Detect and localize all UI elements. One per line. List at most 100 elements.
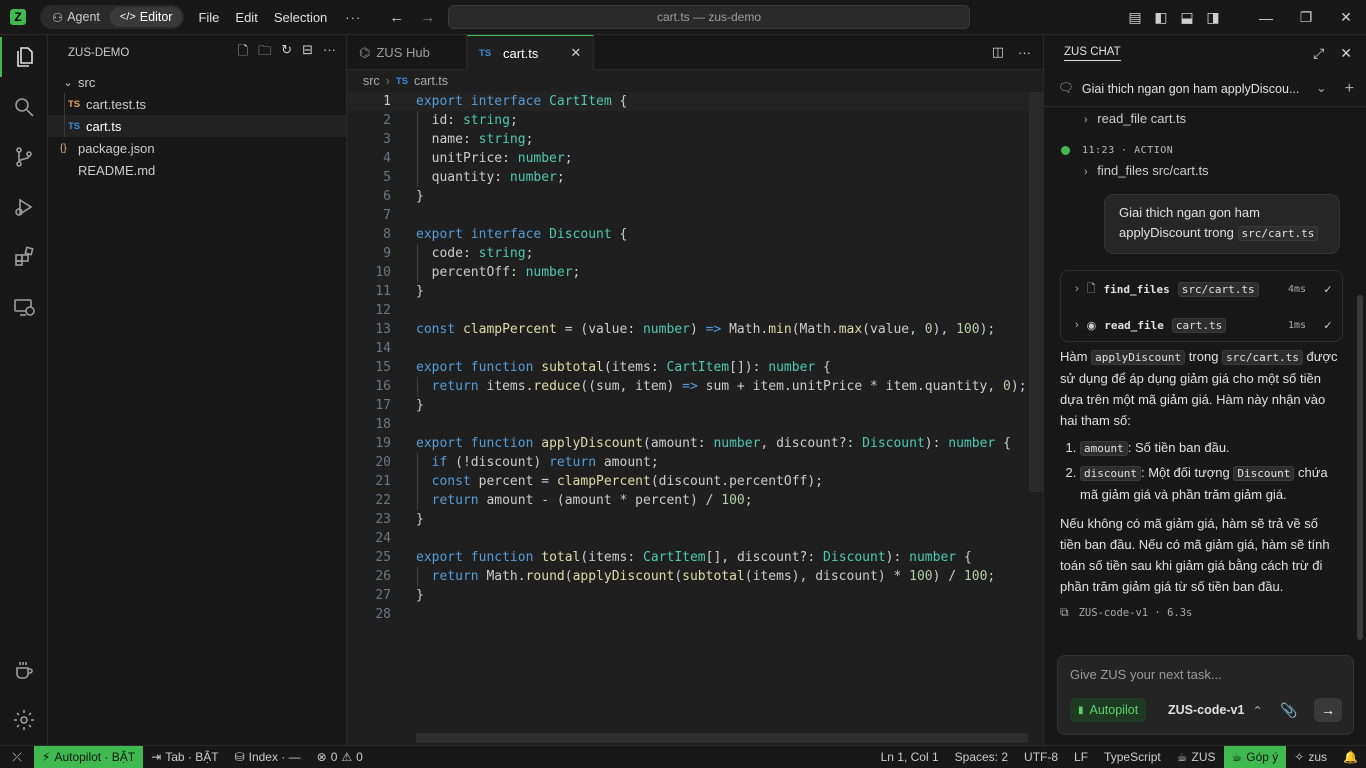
agent-mode-button[interactable]: ⚇ Agent <box>42 7 110 27</box>
code-line: 28 <box>375 607 391 622</box>
encoding[interactable]: UTF-8 <box>1016 746 1066 768</box>
chevron-down-icon[interactable]: ⌄ <box>1316 80 1326 98</box>
tab-icon: ⇥ <box>151 750 162 764</box>
editor-more-icon[interactable]: ··· <box>1018 45 1031 60</box>
tree-file-readme[interactable]: README.md <box>48 159 346 181</box>
tree-file-cart[interactable]: TS cart.ts <box>48 115 346 137</box>
send-button[interactable]: → <box>1314 698 1342 722</box>
code-line: 25 export function total(items: CartItem[… <box>375 550 972 565</box>
chat-scrollbar[interactable] <box>1357 295 1363 640</box>
chat-panel: ZUS CHAT ⤢ ✕ 🗨 Giai thich ngan gon ham a… <box>1043 35 1366 745</box>
editor-vertical-scrollbar[interactable] <box>1029 92 1043 492</box>
new-chat-icon[interactable]: + <box>1345 80 1354 98</box>
editor-mode-button[interactable]: </> Editor <box>109 7 183 27</box>
hub-icon: ⌬ <box>359 44 371 60</box>
command-center-search[interactable]: cart.ts — zus-demo <box>448 5 970 29</box>
menu-selection[interactable]: Selection <box>274 10 327 25</box>
new-folder-icon[interactable]: 🗀 <box>258 42 271 64</box>
search-icon[interactable] <box>0 87 48 127</box>
code-editor[interactable]: 1 export interface CartItem { 2 id: strin… <box>347 92 1029 624</box>
tree-file-cart-test[interactable]: TS cart.test.ts <box>48 93 346 115</box>
close-panel-icon[interactable]: ✕ <box>1340 45 1352 62</box>
remote-explorer-icon[interactable] <box>0 287 48 327</box>
autopilot-toggle[interactable]: ▮ Autopilot <box>1070 698 1147 722</box>
feedback-icon: ☕ <box>1231 750 1243 764</box>
code-line: 7 <box>383 208 391 223</box>
run-debug-icon[interactable] <box>0 187 48 227</box>
source-control-icon[interactable] <box>0 137 48 177</box>
toggle-panel-icon[interactable]: ⬓ <box>1174 9 1200 26</box>
split-editor-icon[interactable]: ◫ <box>992 44 1004 60</box>
refresh-icon[interactable]: ↻ <box>281 42 292 64</box>
extensions-icon[interactable] <box>0 237 48 277</box>
tab-cart-ts[interactable]: TS cart.ts ✕ <box>467 35 595 70</box>
new-file-icon[interactable]: 🗋 <box>238 42 248 64</box>
tool-call-row[interactable]: › ◉ read_file cart.ts 1ms ✓ <box>1061 307 1342 343</box>
minimize-icon[interactable]: — <box>1246 10 1286 26</box>
close-window-icon[interactable]: ✕ <box>1326 9 1366 26</box>
index-status[interactable]: ⛁ Index · — <box>227 746 309 768</box>
zus-status[interactable]: ☕ ZUS <box>1169 746 1224 768</box>
settings-gear-icon[interactable] <box>0 700 48 740</box>
feedback-button[interactable]: ☕ Góp ý <box>1223 746 1287 768</box>
collapse-all-icon[interactable]: ⊟ <box>302 42 313 64</box>
conversation-selector[interactable]: 🗨 Giai thich ngan gon ham applyDiscou...… <box>1044 71 1366 107</box>
account-status[interactable]: ✧ zus <box>1286 746 1335 768</box>
remote-indicator[interactable]: ⤫ <box>0 746 34 768</box>
toggle-sidebar-icon[interactable]: ◧ <box>1148 9 1174 26</box>
chat-bubble-icon: 🗨 <box>1058 81 1074 95</box>
cursor-position[interactable]: Ln 1, Col 1 <box>873 746 947 768</box>
title-bar: Z ⚇ Agent </> Editor File Edit Selection… <box>0 0 1366 35</box>
code-line: 23} <box>375 512 424 527</box>
code-line: 13 const clampPercent = (value: number) =… <box>375 322 996 337</box>
editor-horizontal-scrollbar[interactable] <box>416 733 1028 743</box>
end-of-line[interactable]: LF <box>1066 746 1096 768</box>
restore-icon[interactable]: ❐ <box>1286 9 1326 26</box>
menu-file[interactable]: File <box>198 10 219 25</box>
activity-bar <box>0 35 48 745</box>
tree-folder-src[interactable]: ⌄ src <box>48 71 346 93</box>
problems-status[interactable]: ⊗ 0 ⚠ 0 <box>309 746 371 768</box>
mode-toggle: ⚇ Agent </> Editor <box>40 5 185 29</box>
tool-call-row[interactable]: › 🗋 find_files src/cart.ts 4ms ✓ <box>1061 271 1342 307</box>
code-line: 17} <box>375 398 424 413</box>
menu-edit[interactable]: Edit <box>235 10 257 25</box>
editor-tabs: ⌬ ZUS Hub TS cart.ts ✕ ◫ ··· <box>347 35 1043 70</box>
close-tab-icon[interactable]: ✕ <box>570 45 581 61</box>
layout-icon[interactable]: ▤ <box>1122 9 1148 26</box>
more-menu-button[interactable]: ··· <box>345 10 361 25</box>
error-icon: ⊗ <box>316 750 327 764</box>
model-selector[interactable]: ZUS-code-v1 ⌃ <box>1168 698 1263 722</box>
coffee-icon[interactable] <box>0 650 48 690</box>
event-read-file[interactable]: › read_file cart.ts <box>1084 111 1186 126</box>
json-file-icon: {} <box>60 142 67 154</box>
code-line: 1 export interface CartItem { <box>347 92 1029 111</box>
tool-calls-list: › 🗋 find_files src/cart.ts 4ms ✓ › ◉ rea… <box>1060 270 1343 342</box>
copy-icon[interactable]: ⧉ <box>1060 605 1069 620</box>
maximize-icon[interactable]: ⤢ <box>1313 45 1324 62</box>
event-find-files[interactable]: › find_files src/cart.ts <box>1084 163 1209 178</box>
typescript-file-icon: TS <box>395 75 408 87</box>
tree-file-package-json[interactable]: {} package.json <box>48 137 346 159</box>
explorer-title: ZUS-DEMO <box>68 47 130 59</box>
notifications-bell-icon[interactable]: 🔔 <box>1335 746 1366 768</box>
database-icon: ⛁ <box>234 750 245 764</box>
indentation[interactable]: Spaces: 2 <box>947 746 1016 768</box>
language-mode[interactable]: TypeScript <box>1096 746 1169 768</box>
tab-status[interactable]: ⇥ Tab · BẬT <box>143 746 226 768</box>
toggle-secondary-sidebar-icon[interactable]: ◨ <box>1200 9 1226 26</box>
breadcrumb-src[interactable]: src <box>363 74 380 88</box>
back-arrow-icon[interactable]: ← <box>389 9 404 26</box>
task-input[interactable]: Give ZUS your next task... <box>1070 667 1222 682</box>
status-bar: ⤫ ⚡ Autopilot · BẬT ⇥ Tab · BẬT ⛁ Index … <box>0 745 1366 768</box>
list-item: discount: Một đối tượng Discount chứa mã… <box>1080 462 1342 505</box>
tab-zus-hub[interactable]: ⌬ ZUS Hub <box>347 35 467 70</box>
breadcrumb-file[interactable]: cart.ts <box>414 74 448 88</box>
more-actions-icon[interactable]: ··· <box>323 42 336 64</box>
forward-arrow-icon[interactable]: → <box>420 9 435 26</box>
autopilot-status[interactable]: ⚡ Autopilot · BẬT <box>34 746 144 768</box>
code-line: 5 quantity: number; <box>383 170 565 185</box>
attach-icon[interactable]: 📎 <box>1280 702 1297 719</box>
indent-guide <box>417 567 418 586</box>
explorer-icon[interactable] <box>0 37 48 77</box>
